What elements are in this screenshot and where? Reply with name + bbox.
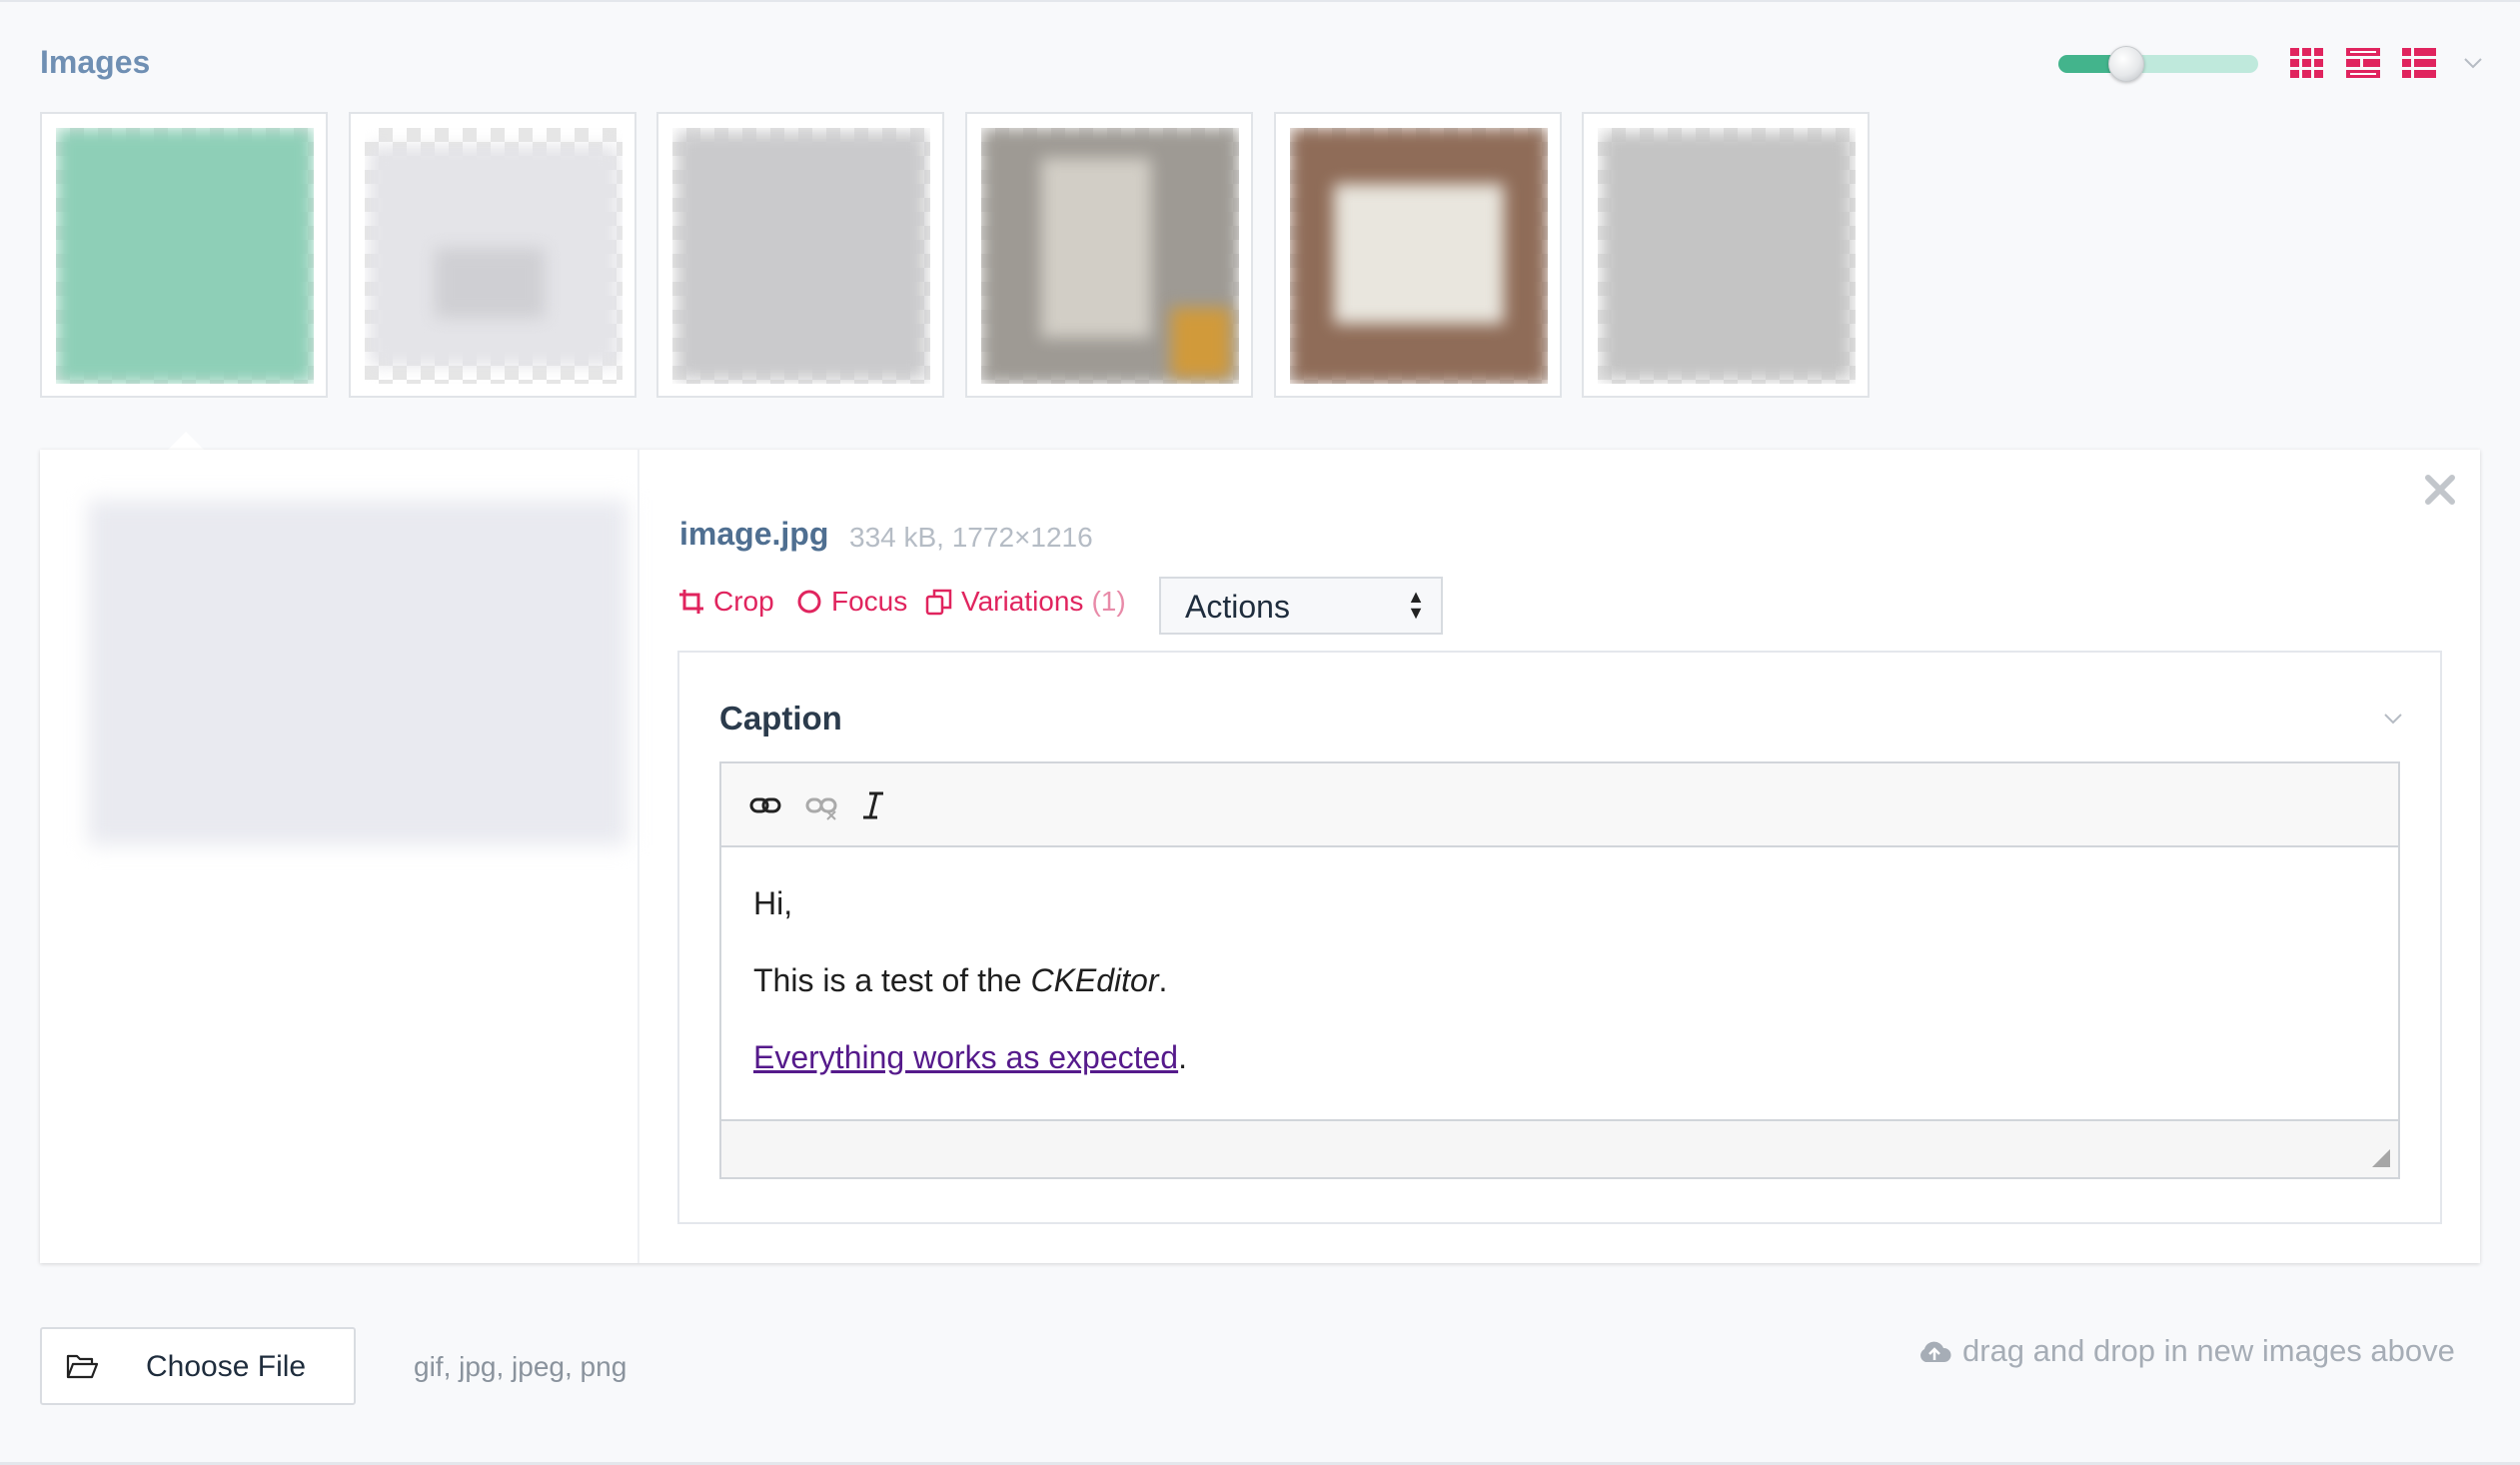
selected-thumbnail-pointer xyxy=(168,432,204,450)
caption-chevron-down-icon[interactable] xyxy=(2378,704,2408,733)
variations-link[interactable]: Variations (1) xyxy=(925,586,1126,618)
resize-handle-icon[interactable] xyxy=(2372,1149,2390,1167)
editor-toolbar xyxy=(721,763,2398,847)
medium-list-view-icon[interactable] xyxy=(2346,48,2380,78)
focus-label: Focus xyxy=(831,586,908,617)
circle-icon xyxy=(797,590,821,614)
editor-text: . xyxy=(1158,962,1168,998)
close-icon[interactable] xyxy=(2420,470,2460,510)
top-border xyxy=(0,0,2520,2)
editor-paragraph: Everything works as expected. xyxy=(753,1037,1187,1077)
crop-icon xyxy=(679,590,703,614)
view-options-chevron-down-icon[interactable] xyxy=(2460,50,2486,76)
editor-paragraph: Hi, xyxy=(753,885,793,921)
italic-icon[interactable] xyxy=(855,787,891,823)
editor-statusbar xyxy=(721,1119,2398,1177)
copy-icon xyxy=(925,589,952,616)
editor-text: . xyxy=(1178,1039,1187,1075)
thumbnail-image xyxy=(365,128,623,384)
grid-view-icon[interactable] xyxy=(2290,48,2324,78)
list-view-icon[interactable] xyxy=(2402,48,2436,78)
slider-handle[interactable] xyxy=(2108,46,2144,82)
editor-text: This is a test of the xyxy=(753,962,1031,998)
unlink-icon[interactable] xyxy=(803,787,839,823)
panel-divider xyxy=(637,450,639,1263)
image-thumbnail[interactable] xyxy=(349,112,636,398)
image-thumbnail[interactable] xyxy=(656,112,944,398)
focus-link[interactable]: Focus xyxy=(795,586,907,618)
crop-label: Crop xyxy=(713,586,774,617)
editor-paragraph: This is a test of the CKEditor. xyxy=(753,960,1187,1000)
image-fileinfo: 334 kB, 1772×1216 xyxy=(849,522,1093,553)
cloud-upload-icon xyxy=(1920,1341,1951,1362)
editor-content[interactable]: Hi, This is a test of the CKEditor. Ever… xyxy=(753,883,1187,1077)
section-title: Images xyxy=(40,44,151,80)
caption-editor: Hi, This is a test of the CKEditor. Ever… xyxy=(719,761,2400,1179)
actions-select[interactable]: Actions ▲ ▼ xyxy=(1159,577,1443,635)
image-filename: image.jpg xyxy=(679,516,829,552)
thumbnail-image xyxy=(1598,128,1856,384)
editor-italic-text: CKEditor xyxy=(1030,962,1159,998)
variations-count: (1) xyxy=(1091,586,1126,617)
image-thumbnail[interactable] xyxy=(1582,112,1870,398)
editor-link[interactable]: Everything works as expected xyxy=(753,1039,1178,1075)
allowed-formats: gif, jpg, jpeg, png xyxy=(414,1351,628,1382)
image-thumbnail[interactable] xyxy=(1274,112,1562,398)
image-thumbnail[interactable] xyxy=(40,112,328,398)
actions-select-value: Actions xyxy=(1185,589,1290,625)
crop-link[interactable]: Crop xyxy=(677,586,774,618)
thumbnail-image xyxy=(672,128,930,384)
thumbnail-image xyxy=(56,128,314,384)
select-arrows-icon: ▲ ▼ xyxy=(1407,587,1425,623)
choose-file-button[interactable]: Choose File xyxy=(40,1327,356,1405)
folder-open-icon xyxy=(66,1354,98,1379)
variations-label: Variations xyxy=(961,586,1084,617)
choose-file-label: Choose File xyxy=(146,1350,307,1383)
thumbnail-size-slider[interactable] xyxy=(2058,46,2258,82)
image-preview xyxy=(88,500,628,845)
drag-drop-text: drag and drop in new images above xyxy=(1962,1333,2455,1368)
image-thumbnail[interactable] xyxy=(965,112,1253,398)
drag-drop-hint: drag and drop in new images above xyxy=(1916,1333,2455,1369)
thumbnail-image xyxy=(1290,128,1548,384)
caption-title: Caption xyxy=(719,700,842,736)
link-icon[interactable] xyxy=(747,787,783,823)
thumbnail-image xyxy=(981,128,1239,384)
